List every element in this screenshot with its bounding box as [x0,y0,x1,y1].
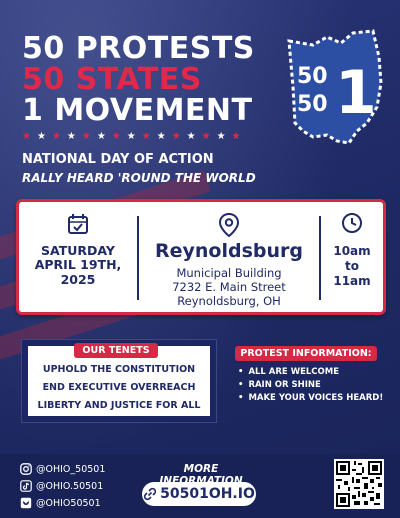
event-date-line-1: SATURDAY [41,243,115,258]
headline-line-1: 50 PROTESTS [22,31,255,66]
instagram-icon [20,463,32,475]
headline-line-2: 50 STATES [22,62,202,97]
tenets-title: OUR TENETS [74,343,158,358]
bluesky-icon [20,497,32,509]
ohio-state-icon: 50 50 1 [283,27,391,149]
event-time: 10am to 11am [321,244,383,289]
event-date-line-2: APRIL 19TH, [34,257,122,273]
event-date-line-3: 2025 [60,271,96,287]
event-date-column: SATURDAY APRIL 19TH, 2025 [19,202,137,312]
event-date: SATURDAY APRIL 19TH, 2025 [19,243,137,287]
tenet-item: UPHOLD THE CONSTITUTION [42,364,196,375]
stars-divider: ★★★★★★★★★★★★★★★ [22,131,247,142]
headline-line-3: 1 MOVEMENT [22,93,253,128]
clock-icon [342,213,362,233]
tiktok-icon [20,480,32,492]
social-instagram[interactable]: @OHIO_50501 [20,463,105,475]
logo-50-top: 50 [297,64,328,89]
link-icon [144,487,157,501]
qr-code-icon[interactable] [334,459,384,509]
social-handle: @OHIO_50501 [36,463,106,475]
logo-50-bottom: 50 [297,92,328,117]
subheadline-rally: RALLY HEARD 'ROUND THE WORLD [22,171,256,185]
event-address: Municipal Building 7232 E. Main Street R… [139,266,319,308]
website-link-button[interactable]: 50501OH.IO [142,482,256,506]
event-details-card: SATURDAY APRIL 19TH, 2025 Reynoldsburg M… [16,199,386,315]
subheadline-day-of-action: NATIONAL DAY OF ACTION [22,152,214,167]
social-bluesky[interactable]: @OHIO50501 [20,497,101,509]
social-handle: @OHIO.50501 [36,480,104,492]
event-time-to: to [345,259,359,273]
location-pin-icon [218,212,240,238]
event-street: 7232 E. Main Street [172,279,286,294]
protest-info-title: PROTEST INFORMATION: [235,346,377,361]
social-handle: @OHIO50501 [36,497,101,509]
social-tiktok[interactable]: @OHIO.50501 [20,480,103,492]
website-url: 50501OH.IO [160,486,255,502]
event-location-column: Reynoldsburg Municipal Building 7232 E. … [139,202,319,312]
protest-info-item: ALL ARE WELCOME [238,367,339,377]
event-venue: Municipal Building [176,266,282,280]
event-time-end: 11am [333,274,371,288]
event-time-column: 10am to 11am [321,202,383,312]
logo-1: 1 [335,58,377,128]
event-city-state: Reynoldsburg, OH [177,293,281,308]
protest-info-item: MAKE YOUR VOICES HEARD! [238,393,383,403]
tenet-item: LIBERTY AND JUSTICE FOR ALL [37,400,201,411]
tenet-item: END EXECUTIVE OVERREACH [42,382,196,393]
event-time-start: 10am [333,244,371,258]
calendar-check-icon [68,214,88,234]
protest-info-item: RAIN OR SHINE [238,380,320,390]
event-city: Reynoldsburg [154,240,303,262]
